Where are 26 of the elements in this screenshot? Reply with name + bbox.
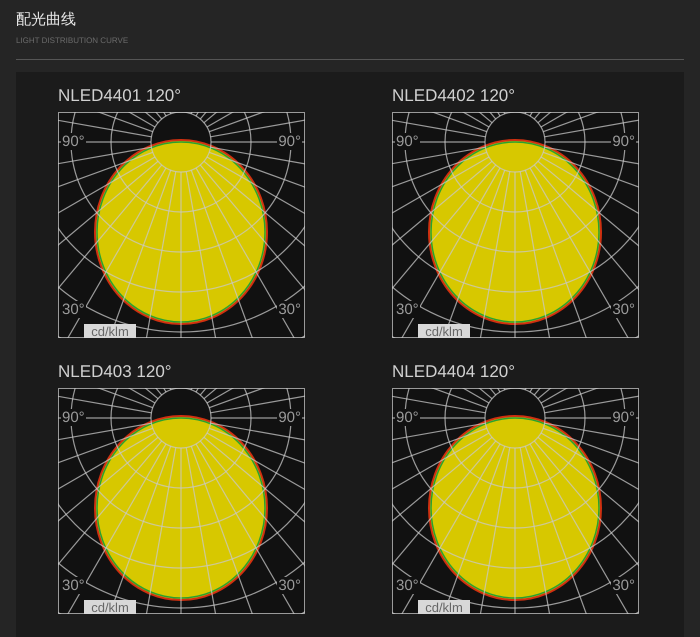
angle-label: 30°	[395, 301, 420, 318]
angle-label: 30°	[277, 301, 302, 318]
angle-label: 90°	[611, 409, 636, 426]
section-title: 配光曲线	[16, 10, 77, 30]
unit-label: cd/klm	[91, 600, 129, 614]
unit-label: cd/klm	[425, 324, 463, 338]
angle-label: 90°	[395, 133, 420, 150]
angle-label: 30°	[611, 301, 636, 318]
angle-label: 30°	[61, 577, 86, 594]
curve-title: NLED4404 120°	[392, 361, 516, 383]
curve-title: NLED403 120°	[58, 361, 173, 383]
unit-label: cd/klm	[425, 600, 463, 614]
curve-title: NLED4401 120°	[58, 85, 182, 107]
angle-label: 30°	[277, 577, 302, 594]
angle-label: 30°	[395, 577, 420, 594]
angle-label: 30°	[611, 577, 636, 594]
angle-label: 90°	[61, 133, 86, 150]
angle-label: 30°	[61, 301, 86, 318]
angle-label: 90°	[277, 133, 302, 150]
section-subtitle: LIGHT DISTRIBUTION CURVE	[16, 35, 130, 47]
unit-label: cd/klm	[91, 324, 129, 338]
angle-label: 90°	[277, 409, 302, 426]
angle-label: 90°	[61, 409, 86, 426]
angle-label: 90°	[395, 409, 420, 426]
angle-label: 90°	[611, 133, 636, 150]
curve-title: NLED4402 120°	[392, 85, 516, 107]
